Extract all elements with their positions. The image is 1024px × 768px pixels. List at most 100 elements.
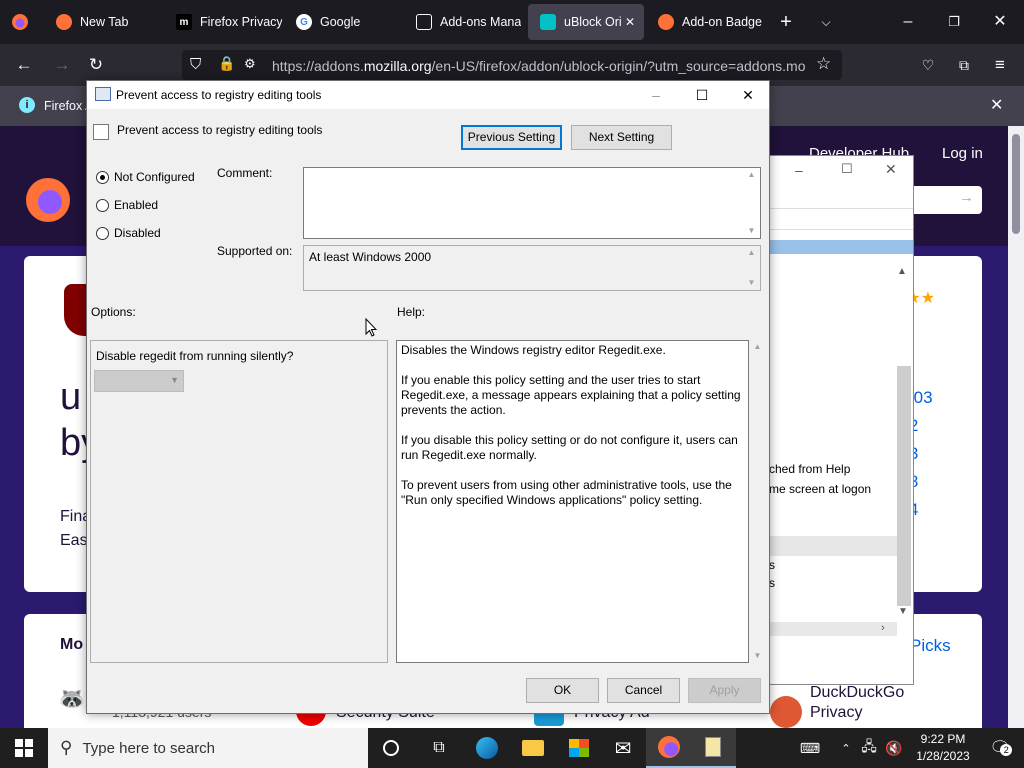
show-hidden-icons-chevron-icon[interactable]: ⌃: [836, 728, 856, 768]
tab-addon-badges[interactable]: Add-on Badge: [646, 4, 764, 40]
cancel-button[interactable]: Cancel: [607, 678, 680, 703]
comment-scrollbar[interactable]: ▲ ▼: [743, 168, 760, 238]
supported-on-label: Supported on:: [217, 244, 293, 258]
help-scrollbar[interactable]: ▲ ▼: [749, 340, 766, 663]
pocket-icon[interactable]: ♡: [916, 53, 940, 77]
scroll-down-arrow-icon[interactable]: ▼: [743, 276, 760, 290]
tab-label: Add-on Badge: [682, 15, 762, 29]
apply-button[interactable]: Apply: [688, 678, 761, 703]
permissions-icon[interactable]: ⚙: [244, 56, 256, 72]
editor-vscrollbar[interactable]: [897, 366, 911, 606]
radio-enabled[interactable]: Enabled: [96, 196, 158, 214]
start-button[interactable]: [0, 728, 48, 768]
option-question: Disable regedit from running silently?: [96, 349, 294, 363]
close-notification-icon[interactable]: ✕: [990, 95, 1003, 115]
ok-button[interactable]: OK: [526, 678, 599, 703]
cortana-icon[interactable]: [368, 728, 414, 768]
restore-browser-icon[interactable]: ❐: [942, 10, 966, 34]
tab-new-tab[interactable]: New Tab: [44, 4, 162, 40]
mail-icon[interactable]: ✉: [600, 728, 646, 768]
section-title-fragment: Mo: [60, 636, 84, 653]
notification-count-badge: 2: [1000, 744, 1013, 756]
card-title[interactable]: DuckDuckGo: [810, 684, 904, 702]
reload-icon[interactable]: ↻: [84, 53, 108, 77]
card-title[interactable]: Privacy: [810, 704, 862, 722]
help-label: Help:: [397, 305, 426, 319]
bookmark-star-icon[interactable]: ☆: [816, 54, 831, 74]
scroll-down-arrow-icon[interactable]: ▼: [743, 224, 760, 238]
firefox-taskbar-icon[interactable]: [646, 728, 692, 768]
close-editor-icon[interactable]: ✕: [885, 161, 897, 178]
scroll-up-arrow-icon[interactable]: ▲: [743, 168, 760, 182]
taskbar-search-box[interactable]: ⚲ Type here to search: [48, 728, 368, 768]
group-policy-taskbar-icon[interactable]: [690, 728, 736, 768]
new-tab-button[interactable]: +: [774, 10, 798, 34]
clock-date: 1/28/2023: [916, 749, 970, 763]
chevron-down-icon[interactable]: ▼: [170, 375, 179, 385]
lock-icon[interactable]: 🔒: [218, 55, 235, 72]
comment-label: Comment:: [217, 166, 273, 180]
scroll-up-arrow-icon[interactable]: ▲: [743, 246, 760, 260]
tab-firefox-privacy[interactable]: m Firefox Privacy: [164, 4, 282, 40]
login-link[interactable]: Log in: [942, 145, 983, 162]
restore-editor-icon[interactable]: ☐: [841, 161, 853, 177]
scroll-up-icon[interactable]: ▲: [897, 266, 907, 277]
comment-textarea[interactable]: ▲ ▼: [303, 167, 761, 239]
editor-toolbar: [769, 208, 913, 230]
notification-center-icon[interactable]: 🗨2: [980, 728, 1020, 768]
supported-on-field: At least Windows 2000 ▲ ▼: [303, 245, 761, 291]
taskbar-clock[interactable]: 9:22 PM 1/28/2023: [910, 731, 976, 765]
close-dialog-icon[interactable]: ✕: [725, 81, 771, 109]
radio-disabled[interactable]: Disabled: [96, 224, 161, 242]
scroll-right-icon[interactable]: ›: [881, 622, 885, 634]
list-all-tabs-chevron-icon[interactable]: ⌵: [814, 10, 838, 34]
back-arrow-icon[interactable]: ←: [12, 53, 36, 77]
edge-icon[interactable]: [464, 728, 510, 768]
page-scrollbar[interactable]: [1008, 126, 1024, 728]
radio-button[interactable]: [96, 198, 109, 212]
search-arrow-icon[interactable]: →: [959, 189, 974, 206]
duckduckgo-icon: [770, 696, 802, 728]
extensions-puzzle-icon[interactable]: ⧉: [952, 53, 976, 77]
url-text[interactable]: https://addons.mozilla.org/en-US/firefox…: [272, 58, 806, 74]
firefox-view-button[interactable]: [8, 10, 32, 34]
file-explorer-icon[interactable]: [510, 728, 556, 768]
maximize-dialog-icon[interactable]: ☐: [679, 81, 725, 109]
radio-not-configured[interactable]: Not Configured: [96, 168, 195, 186]
next-setting-button[interactable]: Next Setting: [571, 125, 672, 150]
options-label: Options:: [91, 305, 136, 319]
microsoft-store-icon[interactable]: [556, 728, 602, 768]
supported-scrollbar[interactable]: ▲ ▼: [743, 246, 760, 290]
scroll-down-arrow-icon[interactable]: ▼: [749, 649, 766, 663]
close-browser-icon[interactable]: ✕: [988, 10, 1012, 34]
picks-link[interactable]: Picks: [910, 636, 951, 656]
regedit-silent-dropdown[interactable]: ▼: [94, 370, 184, 392]
info-icon: i: [19, 97, 35, 113]
addon-title-fragment: u: [60, 376, 82, 418]
close-tab-icon[interactable]: ✕: [622, 14, 638, 30]
shield-icon[interactable]: ⛉: [190, 56, 201, 73]
tab-addons-manager[interactable]: Add-ons Mana: [404, 4, 522, 40]
selected-row[interactable]: [769, 240, 913, 254]
taskbar-keyboard-icon[interactable]: ⌨: [794, 728, 826, 768]
tab-google[interactable]: G Google: [284, 4, 402, 40]
scroll-up-arrow-icon[interactable]: ▲: [749, 340, 766, 354]
minimize-editor-icon[interactable]: –: [795, 162, 803, 178]
tab-ublock-origin[interactable]: uBlock Orig ✕: [528, 4, 644, 40]
minimize-browser-icon[interactable]: –: [896, 10, 920, 34]
url-bar[interactable]: ⛉ 🔒 ⚙ https://addons.mozilla.org/en-US/f…: [182, 50, 842, 80]
radio-button[interactable]: [96, 226, 109, 240]
hamburger-menu-icon[interactable]: ≡: [988, 53, 1012, 77]
volume-muted-icon[interactable]: 🔇: [882, 728, 906, 768]
windows-logo-icon: [15, 739, 33, 757]
scrollbar-thumb[interactable]: [1012, 134, 1020, 234]
radio-button[interactable]: [96, 170, 109, 184]
previous-setting-button[interactable]: Previous Setting: [461, 125, 562, 150]
network-icon[interactable]: 🖧: [858, 728, 880, 768]
task-view-icon[interactable]: ⧉: [416, 728, 462, 768]
editor-hscrollbar[interactable]: [769, 622, 897, 636]
forward-arrow-icon[interactable]: →: [50, 53, 74, 77]
url-prefix: https://addons.: [272, 58, 364, 74]
scroll-down-icon[interactable]: ▼: [898, 606, 908, 617]
minimize-dialog-icon[interactable]: –: [633, 81, 679, 109]
